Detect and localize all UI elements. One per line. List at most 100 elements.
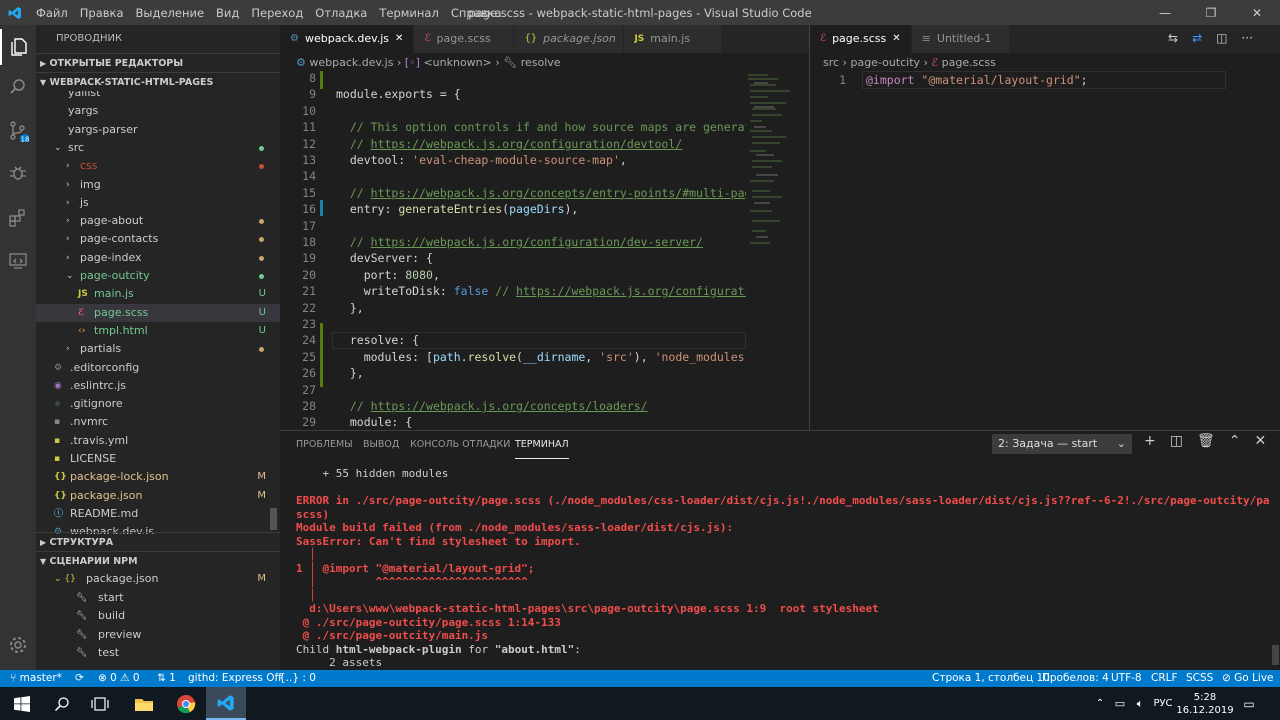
terminal-scrollbar[interactable]	[1272, 645, 1279, 665]
tree-item[interactable]: › page-contacts	[36, 230, 280, 248]
compare-icon[interactable]: ⇄	[1192, 31, 1202, 47]
tree-item[interactable]: ℰpage.scss U	[36, 303, 280, 322]
tab-output[interactable]: ВЫВОД	[363, 431, 399, 459]
maximize-panel-icon[interactable]: ⌃	[1229, 433, 1241, 455]
tree-item[interactable]: › page-about	[36, 212, 280, 230]
menu-help[interactable]: Справка	[445, 6, 508, 20]
left-minimap[interactable]	[746, 71, 804, 271]
sync-icon[interactable]: ⟳	[75, 670, 84, 687]
network-icon[interactable]: ▭	[1110, 687, 1130, 720]
tree-item[interactable]: ◉ .eslintrc.js	[36, 377, 280, 395]
breadcrumb-resolve[interactable]: resolve	[521, 56, 561, 69]
tree-item[interactable]: yallist	[36, 91, 280, 102]
left-code-editor[interactable]: 8 9 module.exports = {10 11 // This option …	[280, 71, 746, 430]
menu-go[interactable]: Переход	[245, 6, 309, 20]
debug-icon[interactable]	[0, 155, 36, 191]
encoding-status[interactable]: UTF-8	[1111, 670, 1142, 687]
close-icon[interactable]: ✕	[892, 25, 900, 53]
tree-item[interactable]: JS main.js U	[36, 285, 280, 303]
right-code-editor[interactable]: 1 @import "@material/layout-grid";	[810, 71, 1280, 430]
extensions-icon[interactable]	[0, 200, 36, 236]
tree-item[interactable]: ◈ .gitignore	[36, 395, 280, 413]
close-window-button[interactable]: ✕	[1234, 0, 1280, 25]
close-icon[interactable]: ✕	[395, 25, 403, 53]
tab-terminal[interactable]: ТЕРМИНАЛ	[515, 431, 569, 459]
tree-item[interactable]: ▪ .nvmrc	[36, 413, 280, 431]
close-panel-icon[interactable]: ✕	[1254, 433, 1266, 455]
tree-item[interactable]: › page-index	[36, 249, 280, 267]
menu-terminal[interactable]: Терминал	[373, 6, 444, 20]
menu-selection[interactable]: Выделение	[130, 6, 211, 20]
tree-item[interactable]: ▪ LICENSE	[36, 450, 280, 468]
breadcrumb-page-outcity[interactable]: page-outcity	[850, 56, 920, 69]
tray-chevron-icon[interactable]: ⌃	[1090, 687, 1110, 720]
npm-scripts-section[interactable]: ▼ СЦЕНАРИИ NPM	[36, 551, 280, 570]
more-actions-icon[interactable]: ···	[1241, 31, 1252, 47]
task-view-icon[interactable]	[82, 687, 118, 720]
terminal-output[interactable]: + 55 hidden modules ERROR in ./src/page-o…	[280, 467, 1270, 671]
chrome-icon[interactable]	[166, 687, 206, 720]
npm-script-item[interactable]: 🔧︎ test	[36, 644, 280, 662]
breadcrumb-page-scss[interactable]: page.scss	[942, 56, 996, 69]
menu-view[interactable]: Вид	[210, 6, 245, 20]
tree-item[interactable]: ⌄ page-outcity	[36, 267, 280, 285]
breadcrumb-unknown[interactable]: <unknown>	[423, 56, 491, 69]
tab-untitled-1[interactable]: ≡ Untitled-1	[911, 25, 1010, 53]
golive-status[interactable]: ⊘ Go Live	[1222, 670, 1274, 687]
terminal-selector[interactable]: 2: Задача — start ⌄	[992, 434, 1132, 454]
npm-script-item[interactable]: 🔧︎ build	[36, 607, 280, 625]
problems-status[interactable]: ⊗ 0 ⚠ 0	[98, 670, 140, 687]
settings-gear-icon[interactable]	[0, 627, 36, 663]
tab-problems[interactable]: ПРОБЛЕМЫ	[296, 431, 353, 459]
tab-debug-console[interactable]: КОНСОЛЬ ОТЛАДКИ	[410, 431, 510, 459]
keyboard-language[interactable]: РУС	[1150, 687, 1176, 720]
tree-item[interactable]: ▪ .travis.yml	[36, 432, 280, 450]
branch-status[interactable]: ⑂ master*	[10, 670, 62, 687]
minimize-button[interactable]: —	[1142, 0, 1188, 25]
tab-webpack-dev-js[interactable]: ⚙ webpack.dev.js ✕	[280, 25, 415, 53]
tab-page-scss[interactable]: ℰpage.scss	[414, 25, 515, 53]
cursor-position[interactable]: Строка 1, столбец 10	[932, 670, 1050, 687]
split-terminal-icon[interactable]: ◫	[1170, 433, 1183, 455]
breadcrumb-file[interactable]: webpack.dev.js	[309, 56, 393, 69]
tab-page-scss-active[interactable]: ℰpage.scss ✕	[810, 25, 912, 53]
tree-item[interactable]: ⌄ src	[36, 139, 280, 157]
open-changes-icon[interactable]: ⇆	[1168, 31, 1178, 47]
sync-status[interactable]: ⇅ 1	[157, 670, 176, 687]
tree-item[interactable]: › css	[36, 157, 280, 175]
split-editor-icon[interactable]: ◫	[1216, 31, 1227, 47]
indent-status[interactable]: Пробелов: 4	[1042, 670, 1109, 687]
menu-file[interactable]: Файл	[30, 6, 74, 20]
outline-section[interactable]: ▶ СТРУКТУРА	[36, 532, 280, 551]
tree-item[interactable]: {} package.json M	[36, 487, 280, 505]
tree-item[interactable]: ‹› tmpl.html U	[36, 322, 280, 340]
vscode-taskbar-icon[interactable]	[206, 687, 246, 720]
search-icon[interactable]	[0, 69, 36, 105]
project-section[interactable]: ▼ WEBPACK-STATIC-HTML-PAGES	[36, 72, 280, 91]
trash-icon[interactable]: 🗑︎	[1197, 433, 1215, 455]
explorer-icon[interactable]	[0, 29, 36, 65]
menu-debug[interactable]: Отладка	[309, 6, 373, 20]
tree-item[interactable]: ⓘ README.md	[36, 505, 280, 523]
menu-edit[interactable]: Правка	[74, 6, 130, 20]
language-status[interactable]: SCSS	[1186, 670, 1213, 687]
breadcrumb-src[interactable]: src	[823, 56, 839, 69]
source-control-icon[interactable]: 18	[0, 113, 36, 149]
selection-status[interactable]: {..} : 0	[279, 670, 316, 687]
windows-start-icon[interactable]	[0, 687, 44, 720]
add-terminal-icon[interactable]: +	[1144, 433, 1156, 455]
tree-item[interactable]: › partials	[36, 340, 280, 358]
githd-status[interactable]: githd: Express Off	[188, 670, 282, 687]
tab-package-json[interactable]: {} package.json	[514, 25, 625, 53]
npm-script-item[interactable]: 🔧︎ preview	[36, 626, 280, 644]
file-explorer-icon[interactable]	[124, 687, 164, 720]
notifications-icon[interactable]: ▭	[1236, 687, 1262, 720]
eol-status[interactable]: CRLF	[1151, 670, 1178, 687]
volume-icon[interactable]: 🔈︎	[1130, 687, 1150, 720]
npm-package-item[interactable]: ⌄ {} package.json M	[36, 570, 280, 588]
tree-item[interactable]: yargs-parser	[36, 121, 280, 139]
clock[interactable]: 5:28 16.12.2019	[1176, 687, 1233, 720]
tree-item[interactable]: › img	[36, 176, 280, 194]
search-icon[interactable]	[44, 687, 80, 720]
tab-main-js[interactable]: JS main.js	[624, 25, 723, 53]
